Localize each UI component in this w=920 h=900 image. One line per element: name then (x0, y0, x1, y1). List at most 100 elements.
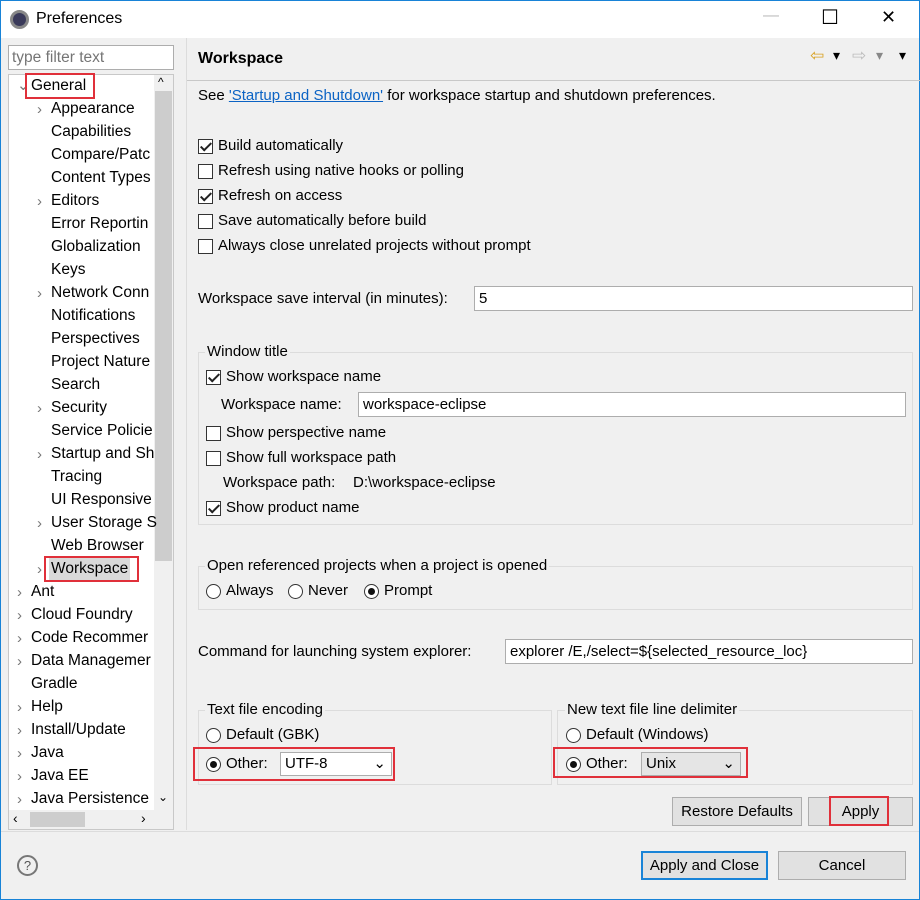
checkbox[interactable] (198, 189, 213, 204)
expand-chevron-right-icon[interactable]: › (17, 791, 22, 808)
minimize-button[interactable]: — (763, 7, 779, 25)
expand-chevron-right-icon[interactable]: › (37, 285, 42, 302)
tree-item[interactable]: Appearance (51, 98, 135, 120)
help-icon[interactable]: ? (17, 855, 38, 876)
scroll-left-arrow-icon[interactable]: ‹ (13, 810, 18, 826)
expand-chevron-right-icon[interactable]: › (17, 607, 22, 624)
always-label: Always (226, 582, 274, 599)
tree-item[interactable]: Keys (51, 259, 85, 281)
scrollbar-thumb-horizontal[interactable] (30, 812, 85, 827)
tree-item[interactable]: Search (51, 374, 100, 396)
command-input[interactable]: explorer /E,/select=${selected_resource_… (505, 639, 913, 664)
workspace-path-value: D:\workspace-eclipse (353, 474, 496, 491)
show-product-name-checkbox[interactable] (206, 501, 221, 516)
checkbox[interactable] (198, 239, 213, 254)
tree-item[interactable]: Code Recommer (31, 627, 148, 649)
startup-shutdown-link[interactable]: 'Startup and Shutdown' (229, 87, 383, 104)
tree-item[interactable]: Install/Update (31, 719, 126, 741)
tree-item[interactable]: Java Persistence (31, 788, 149, 810)
expand-chevron-right-icon[interactable]: › (17, 768, 22, 785)
cancel-button[interactable]: Cancel (778, 851, 906, 880)
show-full-path-checkbox[interactable] (206, 451, 221, 466)
tree-item[interactable]: Editors (51, 190, 99, 212)
tree-item[interactable]: UI Responsive (51, 489, 152, 511)
always-radio[interactable] (206, 584, 221, 599)
expand-chevron-right-icon[interactable]: › (17, 653, 22, 670)
tree-item[interactable]: Notifications (51, 305, 135, 327)
tree-item[interactable]: Perspectives (51, 328, 140, 350)
checkbox-label: Build automatically (218, 137, 344, 154)
scroll-right-arrow-icon[interactable]: › (141, 810, 146, 826)
expand-chevron-right-icon[interactable]: › (17, 699, 22, 716)
prompt-radio[interactable] (364, 584, 379, 599)
show-perspective-name-checkbox[interactable] (206, 426, 221, 441)
expand-chevron-right-icon[interactable]: › (17, 584, 22, 601)
checkbox-label: Save automatically before build (218, 212, 427, 229)
expand-chevron-right-icon[interactable]: › (37, 101, 42, 118)
window-title-group-label: Window title (205, 342, 290, 362)
footer-separator (1, 831, 919, 832)
tree-item[interactable]: Ant (31, 581, 54, 603)
tree-item[interactable]: Network Conn (51, 282, 149, 304)
tree-item[interactable]: Help (31, 696, 63, 718)
expand-chevron-right-icon[interactable]: › (37, 561, 42, 578)
tree-item[interactable]: Compare/Patc (51, 144, 150, 166)
encoding-default-radio[interactable] (206, 728, 221, 743)
apply-and-close-button[interactable]: Apply and Close (641, 851, 768, 880)
tree-item[interactable]: Web Browser (51, 535, 144, 557)
tree-item[interactable]: User Storage S (51, 512, 157, 534)
tree-item[interactable]: Project Nature (51, 351, 150, 373)
maximize-button[interactable]: ☐ (821, 5, 839, 30)
view-menu-icon[interactable]: ▾ (899, 47, 906, 64)
tree-item[interactable]: Globalization (51, 236, 141, 258)
tree-item[interactable]: Java (31, 742, 64, 764)
expand-chevron-right-icon[interactable]: › (17, 630, 22, 647)
encoding-default-label: Default (GBK) (226, 726, 320, 743)
tree-item[interactable]: Service Policie (51, 420, 153, 442)
eclipse-logo-icon (10, 10, 29, 29)
tree-item[interactable]: Startup and Sh (51, 443, 154, 465)
workspace-name-input[interactable]: workspace-eclipse (358, 392, 906, 417)
close-button[interactable]: ✕ (881, 7, 896, 28)
apply-highlight (829, 796, 889, 826)
never-radio[interactable] (288, 584, 303, 599)
checkbox[interactable] (198, 139, 213, 154)
restore-defaults-button[interactable]: Restore Defaults (672, 797, 802, 826)
tree-item[interactable]: Content Types (51, 167, 151, 189)
tree-item[interactable]: Security (51, 397, 107, 419)
horizontal-scrollbar[interactable]: ‹ › (9, 810, 173, 829)
intro-text: See 'Startup and Shutdown' for workspace… (198, 87, 716, 104)
tree-item[interactable]: Gradle (31, 673, 78, 695)
expand-chevron-right-icon[interactable]: › (17, 722, 22, 739)
scrollbar-thumb[interactable] (155, 91, 172, 561)
expand-chevron-right-icon[interactable]: › (37, 515, 42, 532)
expand-chevron-right-icon[interactable]: › (17, 745, 22, 762)
encoding-group-label: Text file encoding (205, 700, 325, 720)
checkbox[interactable] (198, 214, 213, 229)
back-arrow-icon[interactable]: ⇦ (810, 46, 824, 66)
tree-item[interactable]: Capabilities (51, 121, 131, 143)
tree-item[interactable]: Java EE (31, 765, 89, 787)
expand-chevron-right-icon[interactable]: › (37, 193, 42, 210)
tree-item[interactable]: Tracing (51, 466, 102, 488)
expand-chevron-right-icon[interactable]: › (37, 446, 42, 463)
checkbox-label: Refresh using native hooks or polling (218, 162, 464, 179)
expand-chevron-right-icon[interactable]: › (37, 400, 42, 417)
tree-item[interactable]: Data Managemer (31, 650, 151, 672)
tree-item[interactable]: Error Reportin (51, 213, 148, 235)
filter-input[interactable] (8, 45, 174, 70)
delimiter-group-label: New text file line delimiter (565, 700, 740, 720)
tree-item[interactable]: Cloud Foundry (31, 604, 133, 626)
back-dropdown-icon[interactable]: ▾ (833, 47, 840, 64)
checkbox[interactable] (198, 164, 213, 179)
scroll-down-arrow-icon[interactable]: ⌄ (158, 790, 168, 804)
prompt-label: Prompt (384, 582, 433, 599)
save-interval-input[interactable]: 5 (474, 286, 913, 311)
vertical-scrollbar[interactable]: ^ ⌄ (154, 75, 173, 810)
show-workspace-name-checkbox[interactable] (206, 370, 221, 385)
forward-arrow-icon[interactable]: ⇨ (852, 46, 866, 66)
workspace-highlight (44, 556, 139, 582)
scroll-up-arrow-icon[interactable]: ^ (158, 75, 164, 89)
delimiter-default-radio[interactable] (566, 728, 581, 743)
forward-dropdown-icon[interactable]: ▾ (876, 47, 883, 64)
